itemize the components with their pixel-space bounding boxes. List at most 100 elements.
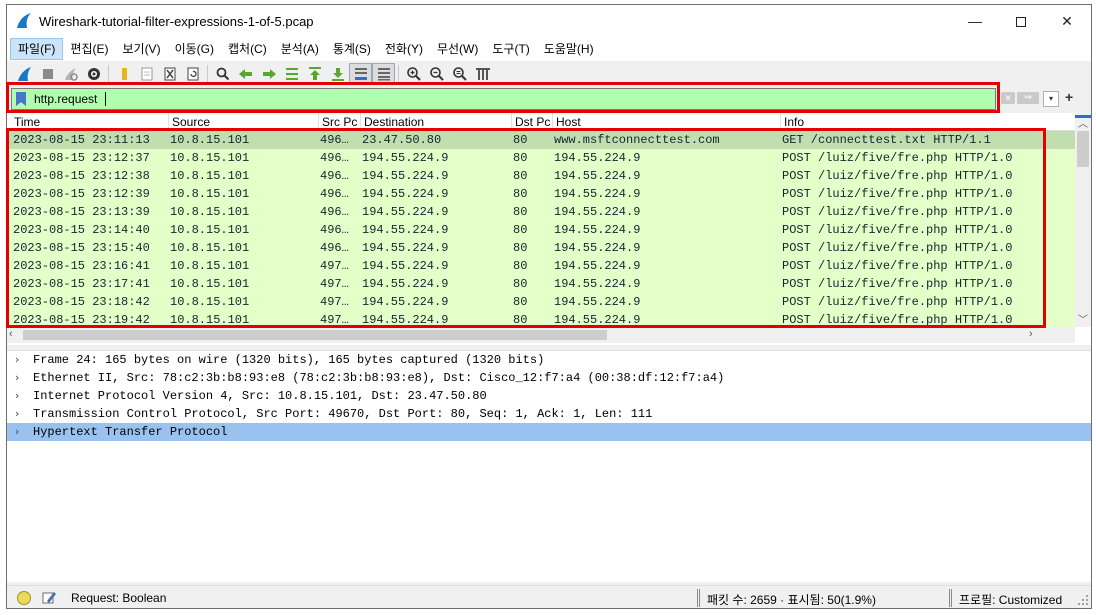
auto-scroll-button[interactable]: [349, 63, 372, 85]
menu-item-7[interactable]: 전화(Y): [378, 38, 430, 60]
column-header-info[interactable]: Info: [780, 113, 1075, 131]
resize-columns-button[interactable]: [471, 63, 494, 85]
start-capture-button[interactable]: [13, 63, 36, 85]
auto-scroll-icon: [354, 68, 367, 80]
expand-arrow-icon[interactable]: ›: [15, 369, 27, 387]
close-file-icon: [164, 67, 175, 81]
packet-row[interactable]: 2023-08-15 23:19:42 10.8.15.101 497… 194.55…: [7, 311, 1075, 327]
close-button[interactable]: ✕: [1044, 5, 1090, 37]
cell-dst-port: 80: [513, 295, 528, 309]
menu-item-2[interactable]: 보기(V): [115, 38, 167, 60]
cell-info: POST /luiz/five/fre.php HTTP/1.0: [782, 259, 1013, 273]
menu-item-6[interactable]: 통계(S): [326, 38, 378, 60]
expand-arrow-icon[interactable]: ›: [15, 387, 27, 405]
apply-filter-button[interactable]: ⇒: [1017, 92, 1039, 104]
maximize-button[interactable]: [998, 5, 1044, 37]
scroll-left-icon[interactable]: ‹: [9, 328, 13, 340]
add-filter-button[interactable]: +: [1065, 89, 1073, 105]
packet-row[interactable]: 2023-08-15 23:12:39 10.8.15.101 496… 194.55…: [7, 185, 1075, 203]
packet-list-vscrollbar[interactable]: ︿ ﹀: [1075, 113, 1091, 327]
packet-row[interactable]: 2023-08-15 23:14:40 10.8.15.101 496… 194.55…: [7, 221, 1075, 239]
capture-options-button[interactable]: [82, 63, 105, 85]
filter-bookmark-icon[interactable]: [16, 92, 26, 106]
column-header-destination[interactable]: Destination: [360, 113, 511, 131]
cell-time: 2023-08-15 23:12:39: [13, 187, 150, 201]
zoom-normal-button[interactable]: [448, 63, 471, 85]
menu-item-1[interactable]: 편집(E): [63, 38, 115, 60]
packet-row[interactable]: 2023-08-15 23:13:39 10.8.15.101 496… 194.55…: [7, 203, 1075, 221]
expand-arrow-icon[interactable]: ›: [15, 405, 27, 423]
column-header-src-port[interactable]: Src Pc: [318, 113, 360, 131]
scroll-right-icon[interactable]: ›: [1029, 328, 1033, 340]
find-packet-button[interactable]: [211, 63, 234, 85]
status-profile[interactable]: 프로필: Customized: [959, 591, 1062, 608]
packet-list-hscrollbar[interactable]: ‹ ›: [7, 327, 1075, 343]
packet-row[interactable]: 2023-08-15 23:11:13 10.8.15.101 496… 23.47.…: [7, 131, 1075, 149]
minimize-button[interactable]: —: [952, 5, 998, 37]
maximize-icon: [1016, 17, 1026, 28]
hscroll-thumb[interactable]: [23, 330, 607, 340]
detail-tree-item[interactable]: › Internet Protocol Version 4, Src: 10.8.…: [7, 387, 1091, 405]
wireshark-fin-icon: [17, 13, 31, 28]
reload-file-button[interactable]: [181, 63, 204, 85]
menu-item-0[interactable]: 파일(F): [10, 38, 64, 60]
menu-item-4[interactable]: 캡처(C): [221, 38, 274, 60]
recent-filters-dropdown[interactable]: ▾: [1043, 91, 1059, 107]
zoom-in-button[interactable]: [402, 63, 425, 85]
expand-arrow-icon[interactable]: ›: [15, 351, 27, 369]
detail-tree-label: Transmission Control Protocol, Src Port:…: [33, 407, 653, 421]
menu-item-5[interactable]: 분석(A): [274, 38, 326, 60]
menu-item-10[interactable]: 도움말(H): [537, 38, 601, 60]
colorize-button[interactable]: [372, 63, 395, 85]
go-last-packet-button[interactable]: [326, 63, 349, 85]
packet-row[interactable]: 2023-08-15 23:15:40 10.8.15.101 496… 194.55…: [7, 239, 1075, 257]
save-file-button[interactable]: [135, 63, 158, 85]
close-file-button[interactable]: [158, 63, 181, 85]
column-header-dst-port[interactable]: Dst Pc: [511, 113, 552, 131]
column-header-host[interactable]: Host: [552, 113, 780, 131]
detail-tree-item[interactable]: › Frame 24: 165 bytes on wire (1320 bits)…: [7, 351, 1091, 369]
packet-row[interactable]: 2023-08-15 23:16:41 10.8.15.101 497… 194.55…: [7, 257, 1075, 275]
packet-row[interactable]: 2023-08-15 23:12:37 10.8.15.101 496… 194.55…: [7, 149, 1075, 167]
detail-tree-item[interactable]: › Hypertext Transfer Protocol: [7, 423, 1091, 441]
display-filter-input[interactable]: [34, 90, 989, 108]
cell-src-port: 496…: [320, 187, 349, 201]
go-to-packet-button[interactable]: [280, 63, 303, 85]
cell-source: 10.8.15.101: [170, 169, 250, 183]
cell-time: 2023-08-15 23:15:40: [13, 241, 150, 255]
cell-host: 194.55.224.9: [554, 151, 641, 165]
go-back-button[interactable]: [234, 63, 257, 85]
menu-item-3[interactable]: 이동(G): [168, 38, 221, 60]
column-header-time[interactable]: Time: [11, 113, 168, 131]
stop-capture-button[interactable]: [36, 63, 59, 85]
cell-time: 2023-08-15 23:19:42: [13, 313, 150, 327]
packet-row[interactable]: 2023-08-15 23:18:42 10.8.15.101 497… 194.55…: [7, 293, 1075, 311]
menu-item-9[interactable]: 도구(T): [485, 38, 536, 60]
cell-info: POST /luiz/five/fre.php HTTP/1.0: [782, 169, 1013, 183]
cell-destination: 194.55.224.9: [362, 313, 449, 327]
packet-list-pane: Time Source Src Pc Destination Dst Pc Ho…: [7, 113, 1091, 345]
zoom-out-button[interactable]: [425, 63, 448, 85]
cell-destination: 194.55.224.9: [362, 187, 449, 201]
expand-arrow-icon[interactable]: ›: [15, 423, 27, 441]
vscroll-thumb[interactable]: [1077, 131, 1089, 167]
detail-tree-item[interactable]: › Transmission Control Protocol, Src Port…: [7, 405, 1091, 423]
menu-item-8[interactable]: 무선(W): [430, 38, 485, 60]
restart-capture-button[interactable]: [59, 63, 82, 85]
expert-info-led-icon[interactable]: [17, 591, 31, 605]
packet-row[interactable]: 2023-08-15 23:12:38 10.8.15.101 496… 194.55…: [7, 167, 1075, 185]
clear-filter-button[interactable]: ✕: [1001, 92, 1015, 104]
go-first-packet-icon: [308, 67, 321, 80]
minimize-icon: —: [968, 13, 982, 29]
packet-row[interactable]: 2023-08-15 23:17:41 10.8.15.101 497… 194.55…: [7, 275, 1075, 293]
capture-comment-icon[interactable]: [41, 590, 57, 606]
detail-tree-item[interactable]: › Ethernet II, Src: 78:c2:3b:b8:93:e8 (78…: [7, 369, 1091, 387]
scroll-down-icon[interactable]: ﹀: [1075, 311, 1091, 326]
go-first-packet-button[interactable]: [303, 63, 326, 85]
cell-host: 194.55.224.9: [554, 205, 641, 219]
resize-grip-icon[interactable]: [1077, 594, 1089, 606]
open-file-button[interactable]: [112, 63, 135, 85]
cell-destination: 194.55.224.9: [362, 205, 449, 219]
column-header-source[interactable]: Source: [168, 113, 318, 131]
go-forward-button[interactable]: [257, 63, 280, 85]
